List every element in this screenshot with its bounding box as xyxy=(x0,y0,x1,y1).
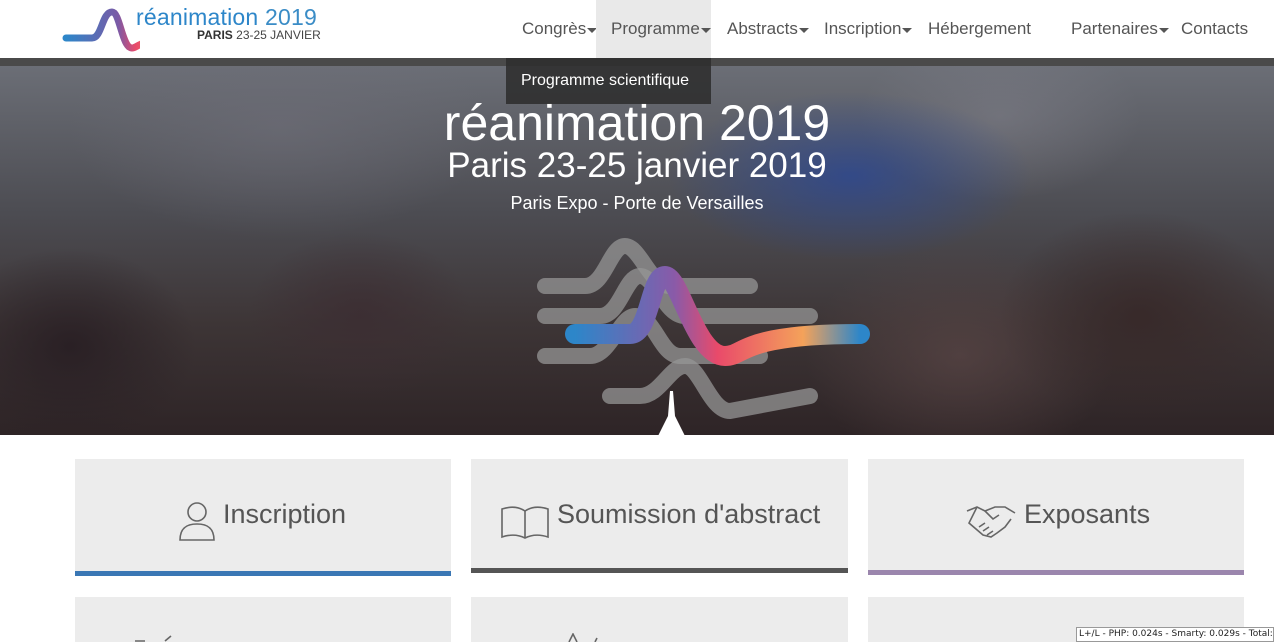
card-soumission-abstract[interactable]: Soumission d'abstract xyxy=(471,459,848,573)
site-logo[interactable]: réanimation 2019 PARIS 23-25 JANVIER xyxy=(62,4,322,56)
card-inscription[interactable]: Inscription xyxy=(75,459,451,576)
nav-inscription[interactable]: Inscription xyxy=(824,0,916,58)
site-header: réanimation 2019 PARIS 23-25 JANVIER Con… xyxy=(0,0,1274,58)
logo-subtitle: PARIS 23-25 JANVIER xyxy=(197,28,321,42)
card-icon xyxy=(135,635,172,642)
logo-title: réanimation 2019 xyxy=(136,4,317,30)
nav-abstracts[interactable]: Abstracts xyxy=(727,0,812,58)
logo-wave-icon xyxy=(62,8,140,52)
chevron-down-icon xyxy=(1158,27,1169,33)
programme-dropdown: Programme scientifique xyxy=(506,58,711,104)
nav-contacts[interactable]: Contacts xyxy=(1181,0,1251,58)
nav-congres[interactable]: Congrès xyxy=(522,0,598,58)
user-icon xyxy=(179,502,215,541)
card-soumission-label: Soumission d'abstract xyxy=(557,499,821,529)
card-exposants-label: Exposants xyxy=(1024,499,1151,529)
chevron-down-icon xyxy=(798,27,809,33)
book-icon xyxy=(501,506,549,539)
nav-programme[interactable]: Programme xyxy=(596,0,711,58)
eiffel-tower-icon xyxy=(658,391,685,435)
hero-subtitle: Paris 23-25 janvier 2019 xyxy=(447,146,827,185)
card-row2-1[interactable] xyxy=(75,597,451,642)
card-exposants[interactable]: Exposants xyxy=(868,459,1244,575)
dropdown-item-programme-scientifique[interactable]: Programme scientifique xyxy=(521,72,689,90)
card-inscription-label: Inscription xyxy=(223,499,347,529)
hero-venue: Paris Expo - Porte de Versailles xyxy=(510,193,764,213)
hero-banner: réanimation 2019 Paris 23-25 janvier 201… xyxy=(0,66,1274,435)
card-accent-bar xyxy=(75,571,451,576)
chevron-down-icon xyxy=(902,27,913,33)
card-accent-bar xyxy=(868,570,1244,575)
handshake-icon xyxy=(966,506,1016,538)
card-icon xyxy=(568,633,598,642)
nav-partenaires[interactable]: Partenaires xyxy=(1071,0,1169,58)
debug-footer: L+/L - PHP: 0.024s - Smarty: 0.029s - To… xyxy=(1076,627,1274,642)
card-accent-bar xyxy=(471,568,848,573)
congress-emblem-icon xyxy=(537,237,870,435)
nav-hebergement[interactable]: Hébergement xyxy=(928,0,1038,58)
card-row2-2[interactable] xyxy=(471,597,848,642)
chevron-down-icon xyxy=(700,27,711,33)
